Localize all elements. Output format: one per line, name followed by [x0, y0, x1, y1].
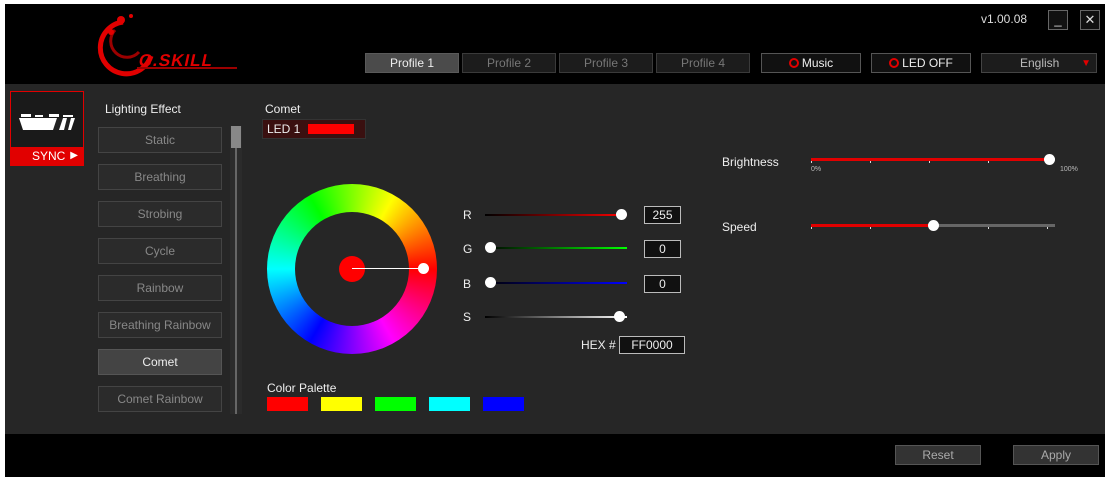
brightness-slider-handle[interactable]: [1044, 154, 1055, 165]
tab-profile-4[interactable]: Profile 4: [656, 53, 750, 73]
effect-static[interactable]: Static: [98, 127, 222, 153]
led-label: LED 1: [267, 122, 301, 136]
speed-label: Speed: [722, 220, 757, 234]
g-slider-track[interactable]: [485, 247, 627, 249]
tab-profile-1[interactable]: Profile 1: [365, 53, 459, 73]
s-slider-track[interactable]: [485, 316, 627, 318]
brand-wordmark: G.SKILL: [137, 51, 216, 70]
slider-tick: [811, 161, 812, 163]
b-slider-handle[interactable]: [485, 277, 496, 288]
current-effect-title: Comet: [265, 102, 301, 116]
play-arrow-icon: ▶: [70, 150, 78, 161]
brightness-slider-fill: [811, 158, 1050, 161]
slider-tick: [811, 227, 812, 229]
close-button[interactable]: ✕: [1080, 10, 1100, 30]
brightness-min-label: 0%: [811, 166, 822, 173]
memory-module-icon: [19, 114, 75, 130]
sync-label: SYNC: [32, 149, 66, 163]
effect-comet-rainbow[interactable]: Comet Rainbow: [98, 386, 222, 412]
language-select[interactable]: English ▼: [981, 53, 1097, 73]
g-value-input[interactable]: 0: [644, 240, 681, 258]
b-value-input[interactable]: 0: [644, 275, 681, 293]
color-wheel[interactable]: [267, 184, 437, 354]
current-color-dot: [339, 256, 365, 282]
music-button[interactable]: Music: [761, 53, 861, 73]
r-slider-handle[interactable]: [616, 209, 627, 220]
brightness-slider-track[interactable]: [811, 154, 1055, 165]
tab-profile-3[interactable]: Profile 3: [559, 53, 653, 73]
r-slider-track[interactable]: [485, 214, 627, 216]
hex-label: HEX #: [581, 338, 616, 352]
b-label: B: [463, 277, 472, 291]
circle-icon: [889, 58, 900, 68]
palette-swatch-red[interactable]: [267, 397, 308, 411]
slider-tick: [988, 161, 989, 163]
led-color-swatch: [308, 124, 354, 134]
version-label: v1.00.08: [981, 12, 1028, 26]
slider-tick: [929, 161, 930, 163]
hex-input[interactable]: FF0000: [619, 336, 685, 354]
language-value: English: [1020, 56, 1060, 70]
scrollbar-track: [235, 126, 237, 414]
music-label: Music: [801, 56, 834, 70]
brightness-label: Brightness: [722, 155, 779, 169]
minimize-button[interactable]: _: [1048, 10, 1068, 30]
led-selector[interactable]: LED 1: [262, 119, 366, 139]
color-palette-title: Color Palette: [267, 381, 337, 395]
palette-swatch-yellow[interactable]: [321, 397, 362, 411]
g-label: G: [463, 242, 473, 256]
r-value-input[interactable]: 255: [644, 206, 681, 224]
brightness-max-label: 100%: [1060, 166, 1078, 173]
lighting-effect-title: Lighting Effect: [105, 102, 181, 116]
effect-comet[interactable]: Comet: [98, 349, 222, 375]
scrollbar-thumb[interactable]: [231, 126, 241, 148]
slider-tick: [1047, 227, 1048, 229]
title-bar: G.SKILL v1.00.08 _ ✕ Profile 1 Profile 2…: [5, 4, 1105, 84]
app-window: G.SKILL v1.00.08 _ ✕ Profile 1 Profile 2…: [5, 4, 1105, 477]
sync-button[interactable]: SYNC ▶: [10, 147, 84, 165]
effect-list-scrollbar[interactable]: [230, 126, 242, 414]
r-label: R: [463, 208, 472, 222]
dropdown-arrow-icon: ▼: [1081, 58, 1091, 69]
speed-slider-fill: [811, 224, 933, 227]
effect-breathing[interactable]: Breathing: [98, 164, 222, 190]
slider-tick: [870, 161, 871, 163]
slider-tick: [988, 227, 989, 229]
apply-button[interactable]: Apply: [1013, 445, 1099, 465]
wheel-pointer-line: [352, 268, 424, 269]
led-off-label: LED OFF: [902, 56, 953, 70]
slider-tick: [870, 227, 871, 229]
palette-swatch-green[interactable]: [375, 397, 416, 411]
effect-rainbow[interactable]: Rainbow: [98, 275, 222, 301]
led-off-button[interactable]: LED OFF: [871, 53, 971, 73]
tab-profile-2[interactable]: Profile 2: [462, 53, 556, 73]
speed-slider-track[interactable]: [811, 220, 1055, 231]
s-label: S: [463, 310, 472, 324]
wheel-handle[interactable]: [418, 263, 429, 274]
reset-button[interactable]: Reset: [895, 445, 981, 465]
speed-slider-handle[interactable]: [927, 220, 939, 231]
circle-icon: [788, 58, 799, 68]
effect-cycle[interactable]: Cycle: [98, 238, 222, 264]
s-slider-handle[interactable]: [614, 311, 625, 322]
g-slider-handle[interactable]: [485, 242, 496, 253]
b-slider-track[interactable]: [485, 282, 627, 284]
palette-swatch-cyan[interactable]: [429, 397, 470, 411]
effect-breathing-rainbow[interactable]: Breathing Rainbow: [98, 312, 222, 338]
effect-strobing[interactable]: Strobing: [98, 201, 222, 227]
palette-swatch-blue[interactable]: [483, 397, 524, 411]
